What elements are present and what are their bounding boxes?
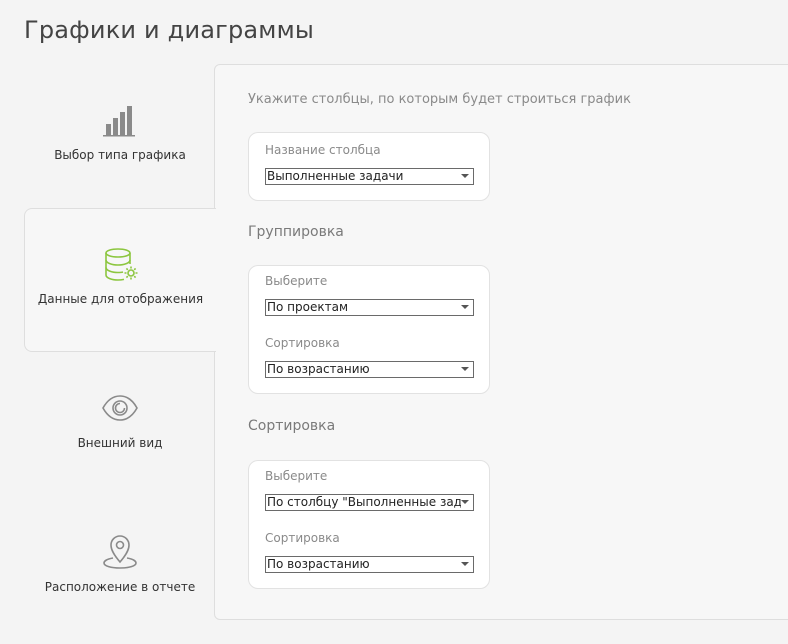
page-title: Графики и диаграммы (24, 16, 315, 44)
eye-icon (102, 395, 138, 421)
tab-display-data[interactable]: Данные для отображения (24, 208, 216, 352)
columns-hint: Укажите столбцы, по которым будет строит… (248, 92, 631, 107)
sorting-sort-select[interactable]: По возрастанию (265, 556, 474, 573)
sorting-title: Сортировка (248, 418, 336, 434)
sorting-select-value: По столбцу "Выполненные задачи" (267, 495, 461, 509)
grouping-select-value: По проектам (267, 300, 349, 314)
grouping-sort-select[interactable]: По возрастанию (265, 361, 474, 378)
sorting-select[interactable]: По столбцу "Выполненные задачи" (265, 494, 474, 511)
chevron-down-icon (461, 562, 469, 566)
tab-label: Данные для отображения (37, 292, 204, 306)
column-name-value: Выполненные задачи (267, 169, 404, 183)
sorting-select-label: Выберите (265, 469, 328, 483)
chevron-down-icon (461, 367, 469, 371)
database-settings-icon (104, 248, 137, 281)
tab-label: Расположение в отчете (44, 580, 196, 594)
chevron-down-icon (461, 500, 469, 504)
chevron-down-icon (461, 305, 469, 309)
bar-chart-icon (103, 106, 135, 137)
tab-report-position[interactable]: Расположение в отчете (24, 496, 216, 640)
grouping-sort-label: Сортировка (265, 336, 340, 350)
chevron-down-icon (461, 174, 469, 178)
grouping-sort-value: По возрастанию (267, 362, 370, 376)
tab-label: Внешний вид (77, 436, 163, 450)
column-name-select[interactable]: Выполненные задачи (265, 168, 474, 185)
map-pin-icon (103, 535, 137, 569)
column-card: Название столбца Выполненные задачи (248, 132, 490, 201)
sorting-sort-value: По возрастанию (267, 557, 370, 571)
tab-chart-type[interactable]: Выбор типа графика (24, 64, 216, 208)
grouping-card: Выберите По проектам Сортировка По возра… (248, 265, 490, 394)
grouping-title: Группировка (248, 224, 344, 240)
column-name-label: Название столбца (265, 143, 381, 157)
tab-label: Выбор типа графика (54, 148, 186, 162)
sorting-card: Выберите По столбцу "Выполненные задачи"… (248, 460, 490, 589)
grouping-select-label: Выберите (265, 274, 328, 288)
grouping-select[interactable]: По проектам (265, 299, 474, 316)
sorting-sort-label: Сортировка (265, 531, 340, 545)
tab-appearance[interactable]: Внешний вид (24, 352, 216, 496)
